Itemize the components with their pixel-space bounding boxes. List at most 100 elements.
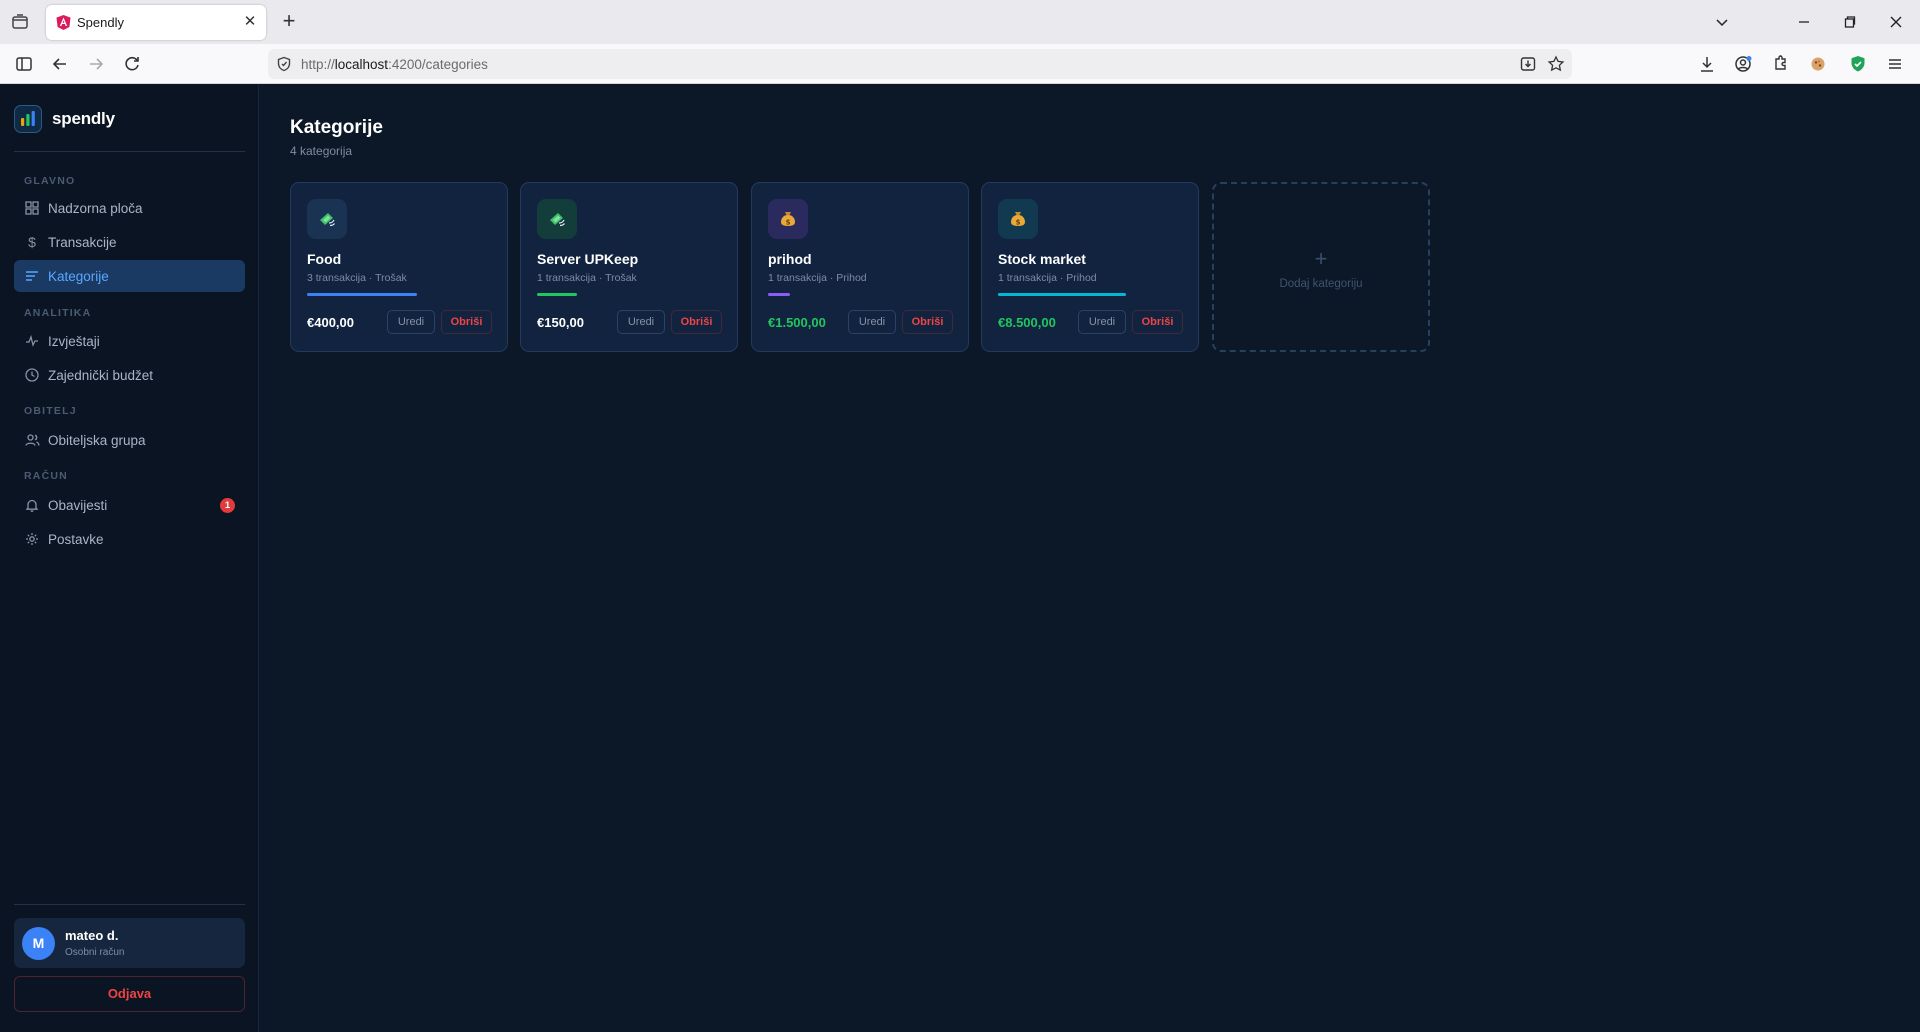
cookie-extension-icon[interactable]: [1806, 52, 1830, 76]
angular-favicon-icon: [55, 14, 72, 31]
category-meta: 3 transakcija · Trošak: [307, 272, 407, 284]
sidebar-item-label: Postavke: [48, 531, 104, 547]
category-progress-bar: [307, 293, 417, 296]
user-account-type: Osobni račun: [65, 947, 125, 958]
address-bar[interactable]: http://localhost:4200/categories: [268, 49, 1572, 79]
activity-icon: [24, 333, 40, 349]
category-amount: €400,00: [307, 315, 354, 330]
shield-icon[interactable]: [276, 56, 292, 72]
money-wings-icon: [307, 199, 347, 239]
browser-tab[interactable]: Spendly ✕: [46, 5, 266, 40]
edit-button[interactable]: Uredi: [617, 310, 665, 334]
spendly-logo-icon: [14, 105, 42, 133]
category-card[interactable]: Food 3 transakcija · Trošak €400,00 Ured…: [290, 182, 508, 352]
users-icon: [24, 432, 40, 448]
sidebar-item-label: Obavijesti: [48, 497, 108, 513]
forward-icon[interactable]: [84, 52, 108, 76]
category-meta: 1 transakcija · Prihod: [768, 272, 867, 284]
sidebar-item-categories[interactable]: Kategorije: [14, 260, 245, 292]
browser-toolbar: http://localhost:4200/categories: [0, 44, 1920, 84]
sidebar-item-shared-budget[interactable]: Zajednički budžet: [14, 359, 245, 391]
sidebar-item-dashboard[interactable]: Nadzorna ploča: [14, 192, 245, 224]
money-bag-icon: $: [768, 199, 808, 239]
money-bag-icon: $: [998, 199, 1038, 239]
restore-icon[interactable]: [1838, 10, 1862, 34]
reload-icon[interactable]: [120, 52, 144, 76]
browser-tab-strip: Spendly ✕ +: [0, 0, 1920, 44]
edit-button[interactable]: Uredi: [1078, 310, 1126, 334]
sidebar-item-settings[interactable]: Postavke: [14, 523, 245, 555]
brand[interactable]: spendly: [14, 105, 115, 133]
tab-list-icon[interactable]: [10, 12, 30, 32]
sidebar-item-label: Kategorije: [48, 268, 109, 284]
category-amount: €1.500,00: [768, 315, 826, 330]
bookmark-star-icon[interactable]: [1547, 55, 1565, 73]
delete-button[interactable]: Obriši: [441, 310, 492, 334]
nav-section-label: RAČUN: [24, 470, 68, 482]
sidebar-item-notifications[interactable]: Obavijesti 1: [14, 489, 245, 521]
category-name: prihod: [768, 251, 812, 267]
save-to-pocket-icon[interactable]: [1519, 55, 1537, 73]
nav-section-label: OBITELJ: [24, 405, 77, 417]
user-card[interactable]: M mateo d. Osobni račun: [14, 918, 245, 968]
category-meta: 1 transakcija · Trošak: [537, 272, 637, 284]
sidebar-divider: [14, 904, 245, 905]
logout-button[interactable]: Odjava: [14, 976, 245, 1012]
category-name: Stock market: [998, 251, 1086, 267]
bell-icon: [24, 497, 40, 513]
adblock-shield-icon[interactable]: [1846, 52, 1870, 76]
page-title: Kategorije: [290, 117, 383, 138]
account-icon[interactable]: [1731, 52, 1755, 76]
downloads-icon[interactable]: [1695, 52, 1719, 76]
add-category-card[interactable]: + Dodaj kategoriju: [1212, 182, 1430, 352]
app-root: spendly GLAVNO Nadzorna ploča $ Transakc…: [0, 85, 1920, 1032]
main-content: Kategorije 4 kategorija Food 3 transakci…: [260, 85, 1920, 1032]
category-card[interactable]: Server UPKeep 1 transakcija · Trošak €15…: [520, 182, 738, 352]
delete-button[interactable]: Obriši: [902, 310, 953, 334]
new-tab-icon[interactable]: +: [278, 10, 300, 33]
notification-count-badge: 1: [220, 498, 235, 513]
tab-title: Spendly: [77, 15, 124, 30]
add-category-label: Dodaj kategoriju: [1279, 278, 1363, 290]
close-tab-icon[interactable]: ✕: [242, 14, 258, 30]
sidebar-item-transactions[interactable]: $ Transakcije: [14, 226, 245, 258]
clock-icon: [24, 367, 40, 383]
dollar-icon: $: [28, 234, 36, 250]
sidebar-item-label: Transakcije: [48, 234, 117, 250]
extensions-icon[interactable]: [1768, 52, 1792, 76]
category-card[interactable]: $ Stock market 1 transakcija · Prihod €8…: [981, 182, 1199, 352]
back-icon[interactable]: [48, 52, 72, 76]
grid-icon: [24, 200, 40, 216]
delete-button[interactable]: Obriši: [671, 310, 722, 334]
money-wings-icon: [537, 199, 577, 239]
close-window-icon[interactable]: [1884, 10, 1908, 34]
gear-icon: [24, 531, 40, 547]
edit-button[interactable]: Uredi: [848, 310, 896, 334]
category-amount: €150,00: [537, 315, 584, 330]
menu-hamburger-icon[interactable]: [1883, 52, 1907, 76]
svg-text:$: $: [786, 219, 791, 227]
page-subtitle: 4 kategorija: [290, 144, 353, 158]
brand-name: spendly: [52, 109, 115, 128]
list-icon: [24, 268, 40, 284]
delete-button[interactable]: Obriši: [1132, 310, 1183, 334]
tab-overflow-chevron-icon[interactable]: [1710, 10, 1734, 34]
sidebar-item-label: Izvještaji: [48, 333, 100, 349]
svg-text:$: $: [1016, 219, 1021, 227]
nav-section-label: ANALITIKA: [24, 307, 92, 319]
category-card[interactable]: $ prihod 1 transakcija · Prihod €1.500,0…: [751, 182, 969, 352]
sidebar-toggle-icon[interactable]: [12, 52, 36, 76]
category-name: Food: [307, 251, 342, 267]
url-text[interactable]: http://localhost:4200/categories: [301, 57, 488, 72]
sidebar-divider: [14, 151, 245, 152]
category-meta: 1 transakcija · Prihod: [998, 272, 1097, 284]
plus-icon: +: [1314, 246, 1328, 271]
sidebar-item-family-group[interactable]: Obiteljska grupa: [14, 424, 245, 456]
category-name: Server UPKeep: [537, 251, 639, 267]
sidebar-item-label: Nadzorna ploča: [48, 200, 143, 216]
avatar: M: [22, 927, 55, 960]
category-progress-bar: [537, 293, 577, 296]
edit-button[interactable]: Uredi: [387, 310, 435, 334]
minimize-icon[interactable]: [1792, 10, 1816, 34]
sidebar-item-reports[interactable]: Izvještaji: [14, 325, 245, 357]
